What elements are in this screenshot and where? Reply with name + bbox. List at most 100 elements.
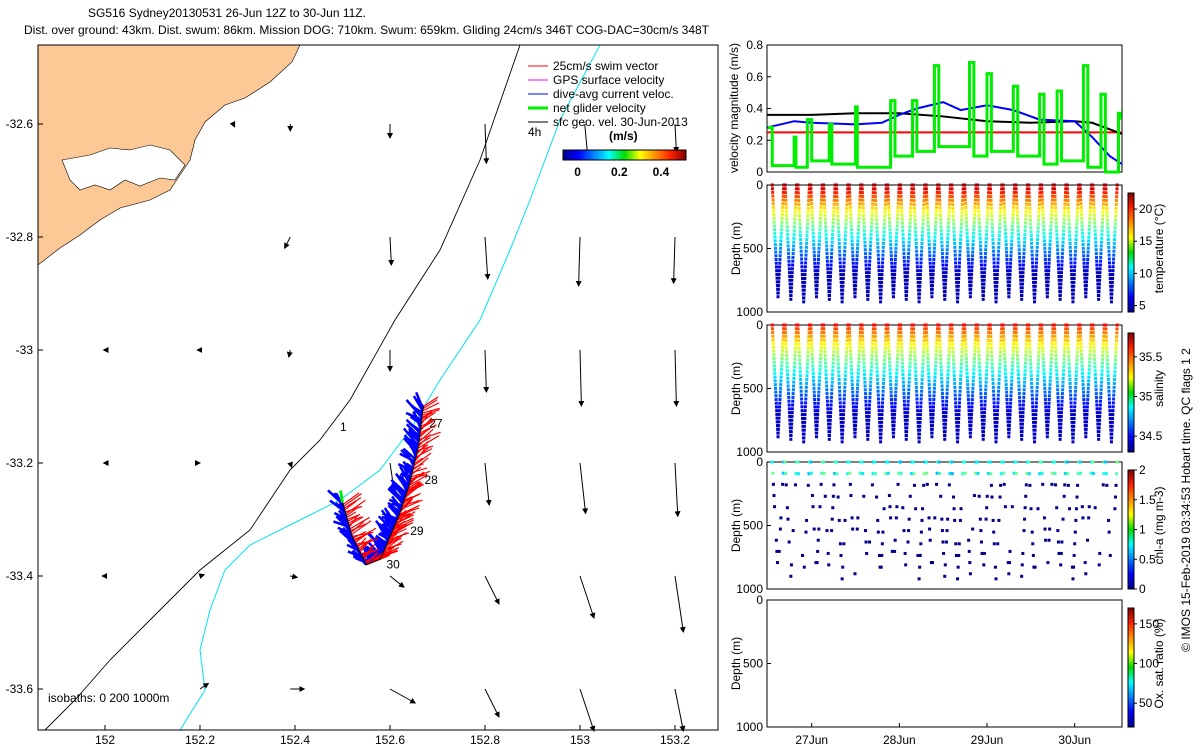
data-point: [851, 527, 855, 531]
data-point: [881, 253, 885, 257]
data-point: [798, 366, 802, 370]
data-point: [786, 244, 790, 248]
data-point: [1007, 435, 1011, 439]
data-point: [970, 401, 974, 405]
data-point: [989, 346, 993, 350]
data-point: [1036, 234, 1040, 238]
data-point: [1073, 265, 1077, 269]
data-point: [835, 339, 839, 343]
data-point: [792, 236, 796, 240]
data-point: [908, 213, 912, 217]
data-point: [877, 269, 881, 273]
data-point: [951, 354, 955, 358]
data-point: [901, 240, 905, 244]
data-point: [1029, 234, 1033, 238]
data-point: [1073, 393, 1077, 397]
data-point: [1028, 210, 1032, 214]
data-point: [1011, 217, 1015, 221]
legend-interval: 4h: [528, 125, 541, 139]
data-point: [1108, 401, 1112, 405]
data-point: [1020, 433, 1024, 437]
data-point: [1065, 183, 1069, 187]
data-point: [896, 198, 900, 202]
data-point: [1030, 530, 1034, 534]
data-point: [946, 376, 950, 380]
data-point: [979, 403, 983, 407]
data-point: [862, 213, 866, 217]
data-point: [1053, 334, 1057, 338]
data-point: [905, 290, 909, 294]
data-point: [817, 394, 821, 398]
colorbar-tick-label: 0: [1139, 582, 1146, 596]
data-point: [857, 357, 861, 361]
data-point: [892, 427, 896, 431]
data-point: [1027, 327, 1031, 331]
data-point: [778, 258, 782, 262]
data-point: [951, 206, 955, 210]
data-point: [1005, 394, 1009, 398]
data-point: [1107, 518, 1111, 522]
data-point: [774, 246, 778, 250]
data-point: [822, 191, 826, 195]
data-point: [954, 265, 958, 269]
data-point: [819, 342, 823, 346]
data-point: [990, 226, 994, 230]
data-point: [895, 235, 899, 239]
data-point: [870, 221, 874, 225]
data-point: [1050, 482, 1054, 486]
data-point: [993, 565, 997, 569]
data-point: [815, 287, 819, 291]
data-point: [853, 435, 857, 439]
data-point: [959, 378, 963, 382]
data-point: [786, 248, 790, 252]
data-point: [1086, 386, 1090, 390]
data-point: [957, 420, 961, 424]
data-point: [776, 287, 780, 291]
data-point: [905, 418, 909, 422]
data-point: [900, 346, 904, 350]
data-point: [979, 395, 983, 399]
data-point: [896, 338, 900, 342]
data-point: [1014, 460, 1018, 464]
data-point: [1027, 460, 1031, 464]
data-point: [1007, 431, 1011, 435]
data-point: [1087, 505, 1091, 509]
data-point: [922, 342, 926, 346]
data-point: [1011, 205, 1015, 209]
data-point: [1057, 407, 1061, 411]
data-point: [823, 350, 827, 354]
data-point: [991, 381, 995, 385]
data-point: [967, 549, 971, 553]
data-point: [907, 236, 911, 240]
data-point: [1086, 258, 1090, 262]
data-point: [1075, 350, 1079, 354]
data-point: [831, 217, 835, 221]
data-point: [849, 217, 853, 221]
data-point: [854, 412, 858, 416]
data-point: [1076, 339, 1080, 343]
data-point: [803, 273, 807, 277]
data-point: [997, 385, 1001, 389]
data-point: [811, 235, 815, 239]
data-point: [863, 233, 867, 237]
data-point: [906, 259, 910, 263]
colorbar: [1127, 192, 1135, 313]
data-point: [877, 405, 881, 409]
data-point: [880, 405, 884, 409]
geo-velocity-arrow: [389, 575, 405, 588]
data-point: [1022, 255, 1026, 259]
data-point: [1021, 274, 1025, 278]
data-point: [1097, 563, 1101, 567]
data-point: [829, 399, 833, 403]
data-point: [876, 378, 880, 382]
data-point: [851, 390, 855, 394]
data-point: [1040, 190, 1044, 194]
data-point: [1068, 230, 1072, 234]
data-point: [960, 214, 964, 218]
y-tick-label: -33.2: [6, 456, 34, 470]
data-point: [799, 241, 803, 245]
data-point: [1093, 221, 1097, 225]
data-point: [937, 331, 941, 335]
data-point: [1072, 428, 1076, 432]
data-point: [937, 191, 941, 195]
